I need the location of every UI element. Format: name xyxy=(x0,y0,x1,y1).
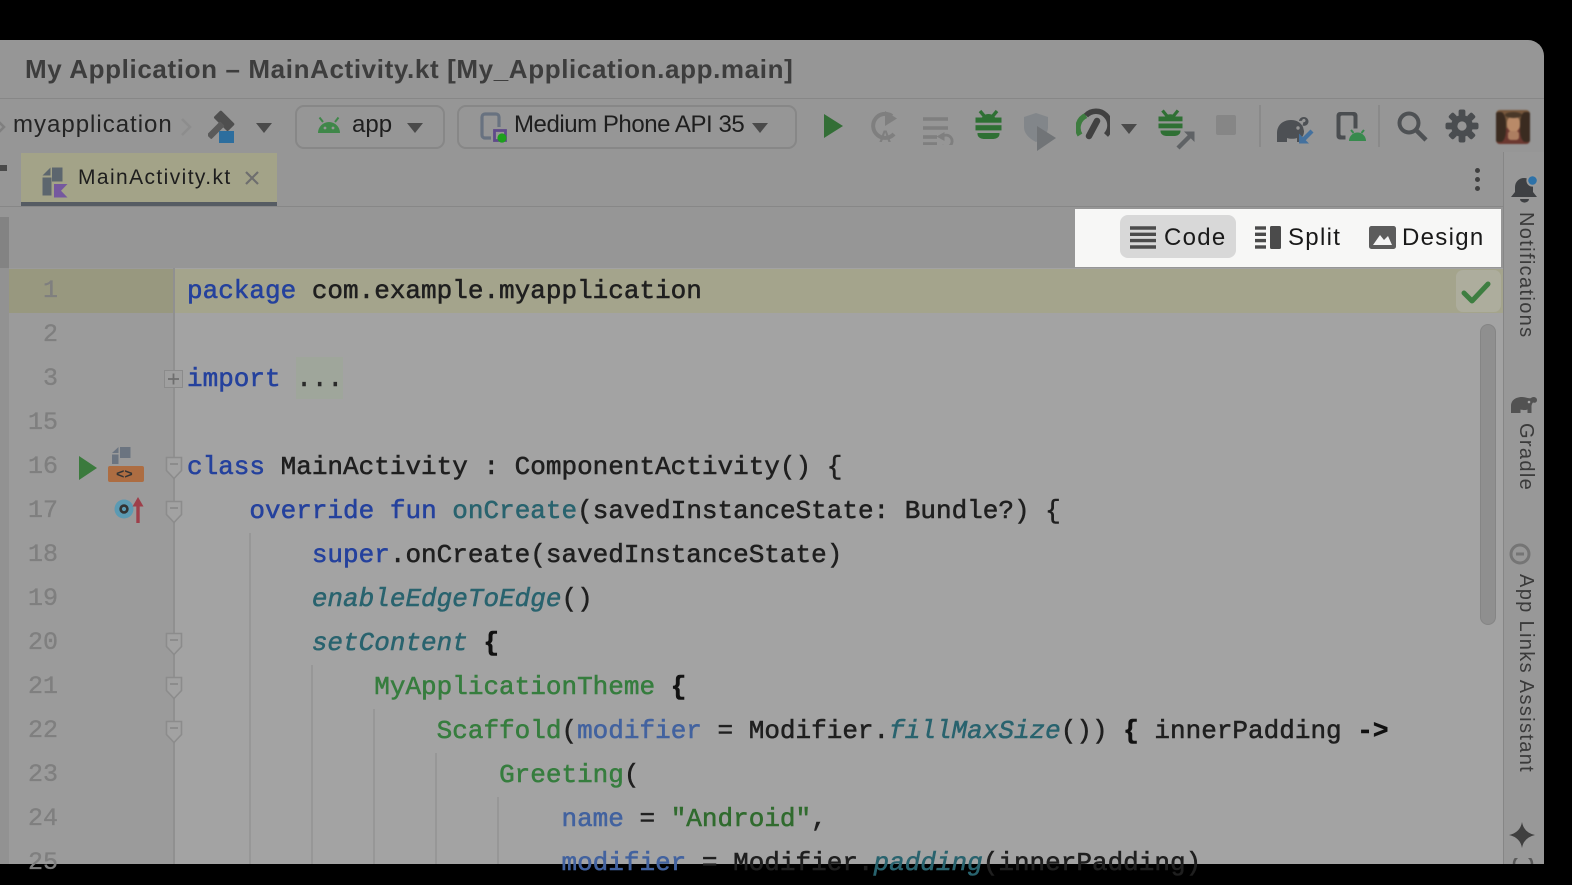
svg-text:A: A xyxy=(879,127,891,144)
svg-text:<>: <> xyxy=(116,468,133,484)
